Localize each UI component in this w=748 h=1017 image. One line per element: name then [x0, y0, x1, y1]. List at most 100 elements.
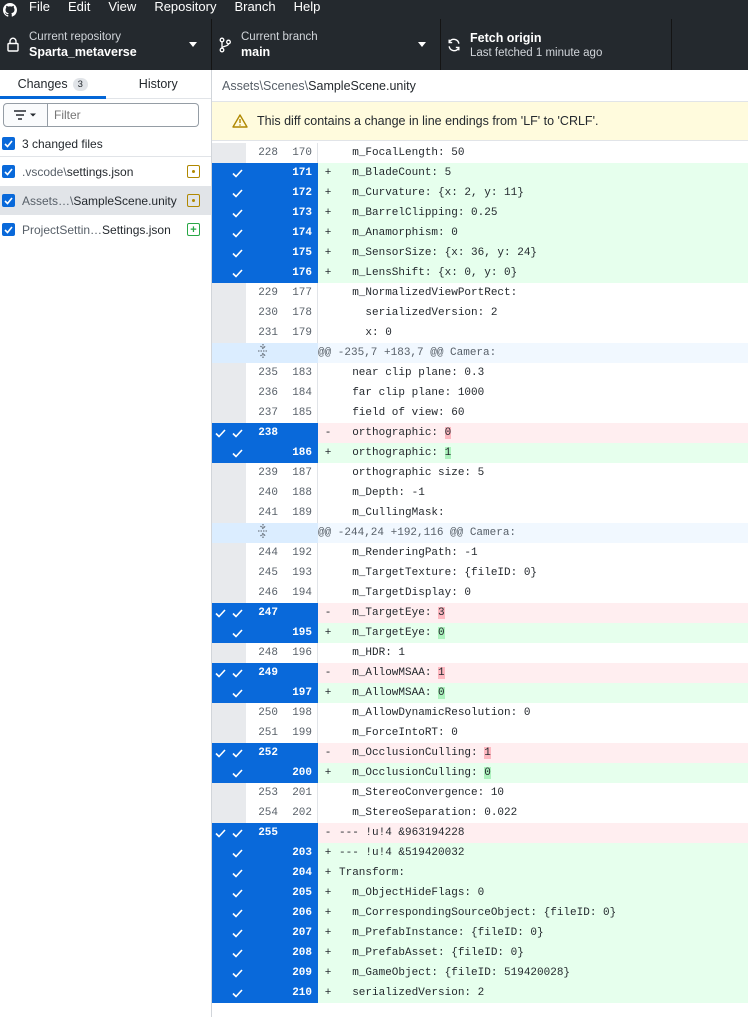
line-select-gutter[interactable]	[212, 423, 229, 443]
line-select-gutter[interactable]	[229, 963, 246, 983]
new-line-number[interactable]: 175	[283, 243, 318, 263]
line-select-gutter[interactable]	[212, 243, 229, 263]
new-line-number[interactable]: 204	[283, 863, 318, 883]
line-select-gutter[interactable]	[229, 423, 246, 443]
line-select-gutter[interactable]	[229, 923, 246, 943]
menu-view[interactable]: View	[99, 0, 145, 14]
branch-selector[interactable]: Current branch main	[212, 19, 441, 70]
line-select-gutter[interactable]	[212, 843, 229, 863]
checkbox-checked-icon[interactable]	[2, 165, 15, 178]
old-line-number[interactable]: 255	[246, 823, 283, 843]
line-select-gutter[interactable]	[229, 983, 246, 1003]
new-line-number[interactable]: 205	[283, 883, 318, 903]
line-select-gutter[interactable]	[229, 223, 246, 243]
line-select-gutter[interactable]	[229, 243, 246, 263]
new-line-number[interactable]: 210	[283, 983, 318, 1003]
line-select-gutter[interactable]	[229, 663, 246, 683]
old-line-number[interactable]: 238	[246, 423, 283, 443]
line-select-gutter[interactable]	[212, 763, 229, 783]
line-select-gutter[interactable]	[229, 903, 246, 923]
old-line-number[interactable]	[246, 983, 283, 1003]
filter-input[interactable]	[48, 103, 199, 127]
line-select-gutter[interactable]	[229, 943, 246, 963]
old-line-number[interactable]	[246, 183, 283, 203]
file-item[interactable]: .vscode\settings.json	[0, 157, 211, 186]
old-line-number[interactable]	[246, 923, 283, 943]
old-line-number[interactable]: 249	[246, 663, 283, 683]
line-select-gutter[interactable]	[212, 743, 229, 763]
old-line-number[interactable]	[246, 263, 283, 283]
new-line-number[interactable]: 174	[283, 223, 318, 243]
line-select-gutter[interactable]	[229, 623, 246, 643]
line-select-gutter[interactable]	[212, 883, 229, 903]
tab-changes[interactable]: Changes 3	[0, 70, 106, 99]
line-select-gutter[interactable]	[212, 623, 229, 643]
old-line-number[interactable]	[246, 943, 283, 963]
line-select-gutter[interactable]	[212, 963, 229, 983]
line-select-gutter[interactable]	[229, 863, 246, 883]
new-line-number[interactable]	[283, 823, 318, 843]
line-select-gutter[interactable]	[229, 883, 246, 903]
line-select-gutter[interactable]	[212, 923, 229, 943]
old-line-number[interactable]	[246, 243, 283, 263]
tab-history[interactable]: History	[106, 70, 212, 98]
line-select-gutter[interactable]	[229, 163, 246, 183]
line-select-gutter[interactable]	[212, 943, 229, 963]
line-select-gutter[interactable]	[229, 183, 246, 203]
old-line-number[interactable]	[246, 763, 283, 783]
line-select-gutter[interactable]	[212, 163, 229, 183]
old-line-number[interactable]	[246, 223, 283, 243]
line-select-gutter[interactable]	[212, 603, 229, 623]
new-line-number[interactable]	[283, 423, 318, 443]
new-line-number[interactable]: 195	[283, 623, 318, 643]
line-select-gutter[interactable]	[229, 443, 246, 463]
line-select-gutter[interactable]	[212, 683, 229, 703]
line-select-gutter[interactable]	[229, 743, 246, 763]
filter-options-button[interactable]	[3, 103, 48, 127]
line-select-gutter[interactable]	[212, 983, 229, 1003]
new-line-number[interactable]: 203	[283, 843, 318, 863]
old-line-number[interactable]	[246, 883, 283, 903]
old-line-number[interactable]: 247	[246, 603, 283, 623]
expand-hunk-button[interactable]	[212, 523, 318, 543]
line-select-gutter[interactable]	[212, 863, 229, 883]
line-select-gutter[interactable]	[212, 263, 229, 283]
line-select-gutter[interactable]	[212, 203, 229, 223]
checkbox-checked-icon[interactable]	[2, 194, 15, 207]
new-line-number[interactable]: 176	[283, 263, 318, 283]
line-select-gutter[interactable]	[229, 683, 246, 703]
new-line-number[interactable]: 197	[283, 683, 318, 703]
line-select-gutter[interactable]	[229, 823, 246, 843]
line-select-gutter[interactable]	[229, 763, 246, 783]
new-line-number[interactable]: 186	[283, 443, 318, 463]
select-all-files[interactable]: 3 changed files	[0, 131, 211, 157]
line-select-gutter[interactable]	[229, 843, 246, 863]
line-select-gutter[interactable]	[229, 203, 246, 223]
old-line-number[interactable]	[246, 903, 283, 923]
menu-branch[interactable]: Branch	[225, 0, 284, 14]
line-select-gutter[interactable]	[212, 823, 229, 843]
old-line-number[interactable]	[246, 863, 283, 883]
new-line-number[interactable]: 173	[283, 203, 318, 223]
menu-help[interactable]: Help	[285, 0, 330, 14]
line-select-gutter[interactable]	[229, 263, 246, 283]
new-line-number[interactable]	[283, 663, 318, 683]
line-select-gutter[interactable]	[229, 603, 246, 623]
checkbox-checked-icon[interactable]	[2, 223, 15, 236]
file-item[interactable]: Assets…\SampleScene.unity	[0, 186, 211, 215]
menu-edit[interactable]: Edit	[59, 0, 99, 14]
old-line-number[interactable]	[246, 623, 283, 643]
old-line-number[interactable]	[246, 443, 283, 463]
checkbox-checked-icon[interactable]	[2, 137, 15, 150]
file-item[interactable]: ProjectSettin…Settings.json +	[0, 215, 211, 244]
new-line-number[interactable]: 207	[283, 923, 318, 943]
line-select-gutter[interactable]	[212, 183, 229, 203]
line-select-gutter[interactable]	[212, 663, 229, 683]
fetch-origin-button[interactable]: Fetch origin Last fetched 1 minute ago	[441, 19, 672, 70]
new-line-number[interactable]: 171	[283, 163, 318, 183]
old-line-number[interactable]	[246, 843, 283, 863]
old-line-number[interactable]	[246, 683, 283, 703]
old-line-number[interactable]	[246, 163, 283, 183]
line-select-gutter[interactable]	[212, 903, 229, 923]
line-select-gutter[interactable]	[212, 443, 229, 463]
